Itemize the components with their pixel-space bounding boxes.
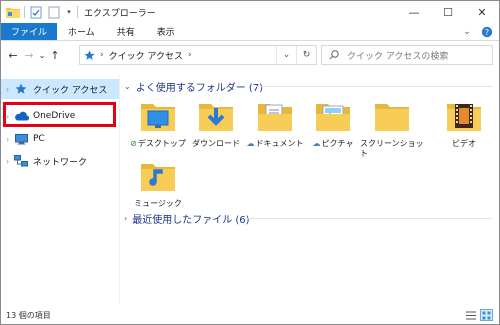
folder-tile-videos[interactable]: ビデオ: [432, 97, 496, 149]
address-bar[interactable]: › クイック アクセス › ⌄ ↻: [79, 45, 317, 65]
nav-item-quick-access[interactable]: › クイック アクセス: [1, 79, 119, 99]
group-title: よく使用するフォルダー (7): [135, 83, 264, 94]
back-arrow-icon[interactable]: ←: [5, 46, 21, 64]
folder-label: ミュージック: [134, 199, 182, 208]
customize-toolbar-icon[interactable]: ▾: [65, 5, 73, 19]
explorer-window: ▾ エクスプローラー — ☐ ✕ ファイル ホーム 共有 表示 ⌄ ? ← → …: [0, 0, 500, 325]
folder-app-icon: [6, 5, 20, 19]
minimize-button[interactable]: —: [397, 1, 431, 23]
recent-locations-chevron-icon[interactable]: ⌄: [37, 46, 47, 64]
nav-item-network[interactable]: › ネットワーク: [1, 151, 119, 171]
search-placeholder: クイック アクセスの検索: [347, 51, 449, 62]
ribbon-right-controls: ⌄ ?: [461, 23, 499, 40]
tab-share[interactable]: 共有: [106, 23, 146, 40]
up-arrow-icon[interactable]: ↑: [47, 46, 63, 64]
pictures-folder-icon: [314, 97, 352, 135]
downloads-folder-icon: [197, 97, 235, 135]
folder-label: ビデオ: [452, 139, 476, 148]
folder-label: ダウンロード: [192, 139, 240, 148]
group-header-frequent-folders[interactable]: ⌄ よく使用するフォルダー (7): [124, 79, 263, 94]
refresh-icon[interactable]: ↻: [296, 46, 316, 64]
folder-tile-pictures[interactable]: ☁ ピクチャ: [301, 97, 365, 149]
collapse-chevron-icon[interactable]: ⌄: [124, 82, 131, 91]
nav-label: ネットワーク: [33, 157, 88, 168]
window-controls: — ☐ ✕: [397, 1, 499, 23]
details-view-icon[interactable]: [464, 309, 477, 321]
expand-chevron-icon[interactable]: ›: [1, 85, 13, 94]
star-icon: [13, 82, 29, 96]
chevron-down-icon[interactable]: ⌄: [461, 26, 473, 38]
network-icon: [13, 154, 29, 168]
nav-label: クイック アクセス: [33, 85, 108, 96]
content-pane: ⌄ よく使用するフォルダー (7) ⊘ デスクトップ ダウンロード ☁ ドキュメ…: [120, 75, 499, 305]
expand-chevron-icon[interactable]: ›: [1, 135, 13, 144]
pc-icon: [13, 132, 29, 146]
folder-label: デスクトップ: [137, 139, 186, 148]
tab-view[interactable]: 表示: [146, 23, 186, 40]
breadcrumb-chevron-icon[interactable]: ›: [188, 50, 192, 60]
address-bar-actions: ⌄ ↻: [276, 46, 316, 64]
ribbon-tabs: ファイル ホーム 共有 表示 ⌄ ?: [1, 23, 499, 41]
desktop-folder-icon: [139, 97, 177, 135]
search-input[interactable]: クイック アクセスの検索: [321, 45, 493, 65]
folder-label: ピクチャ: [321, 139, 354, 148]
toolbar-separator: [77, 6, 78, 18]
pinned-check-icon: ⊘: [130, 139, 137, 148]
group-divider: [245, 218, 492, 219]
expand-chevron-icon[interactable]: ›: [124, 214, 127, 223]
address-dropdown-icon[interactable]: ⌄: [276, 46, 296, 64]
group-divider: [256, 86, 492, 87]
folder-tile-documents[interactable]: ☁ ドキュメント: [243, 97, 307, 149]
large-icons-view-icon[interactable]: [480, 309, 493, 321]
status-bar: 13 個の項目: [1, 307, 499, 324]
cloud-sync-icon: ☁: [312, 139, 321, 148]
folder-tile-music[interactable]: ミュージック: [126, 157, 190, 209]
folder-tile-downloads[interactable]: ダウンロード: [184, 97, 248, 149]
breadcrumb-quick-access[interactable]: クイック アクセス: [109, 49, 183, 62]
maximize-button[interactable]: ☐: [431, 1, 465, 23]
new-folder-icon[interactable]: [47, 5, 61, 19]
documents-folder-icon: [256, 97, 294, 135]
forward-arrow-icon[interactable]: →: [21, 46, 37, 64]
svg-text:?: ?: [485, 28, 489, 37]
star-icon: [84, 50, 95, 61]
toolbar-separator: [24, 6, 25, 18]
folder-tile-screenshots[interactable]: スクリーンショット: [360, 97, 424, 159]
folder-label: スクリーンショット: [360, 139, 424, 158]
highlight-annotation-box: [3, 102, 116, 127]
expand-chevron-icon[interactable]: ›: [1, 157, 13, 166]
window-title: エクスプローラー: [84, 8, 156, 19]
group-header-recent-files[interactable]: › 最近使用したファイル (6): [124, 211, 250, 226]
properties-icon[interactable]: [29, 5, 43, 19]
group-title: 最近使用したファイル (6): [132, 215, 250, 226]
view-switcher: [464, 309, 493, 321]
nav-item-pc[interactable]: › PC: [1, 129, 119, 149]
quick-access-toolbar: ▾: [1, 1, 82, 23]
music-folder-icon: [139, 157, 177, 195]
title-bar: ▾ エクスプローラー — ☐ ✕: [1, 1, 499, 23]
videos-folder-icon: [445, 97, 483, 135]
nav-label: PC: [33, 134, 45, 144]
tab-file[interactable]: ファイル: [1, 23, 58, 40]
cloud-sync-icon: ☁: [246, 139, 255, 148]
item-count: 13 個の項目: [6, 311, 51, 320]
tab-home[interactable]: ホーム: [57, 23, 106, 40]
close-button[interactable]: ✕: [465, 1, 499, 23]
breadcrumb-chevron-icon[interactable]: ›: [100, 50, 104, 60]
folder-label: ドキュメント: [255, 139, 304, 148]
search-icon: [329, 50, 339, 60]
help-icon[interactable]: ?: [481, 26, 493, 38]
address-row: ← → ⌄ ↑ › クイック アクセス › ⌄ ↻ クイック アクセスの検索: [1, 43, 499, 67]
folder-tile-desktop[interactable]: ⊘ デスクトップ: [126, 97, 190, 149]
screenshots-folder-icon: [373, 97, 411, 135]
